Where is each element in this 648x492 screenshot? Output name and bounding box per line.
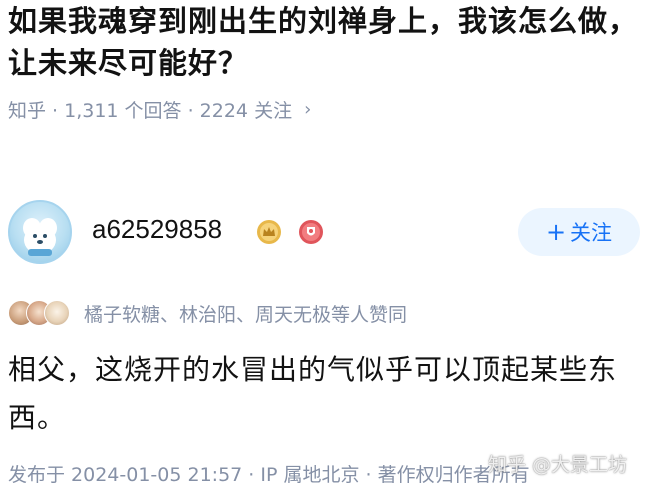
author-name[interactable]: a62529858: [92, 214, 222, 245]
liker-avatars: [8, 299, 74, 327]
author-row: a62529858 + 关注: [8, 200, 640, 266]
avatar-character-icon: [23, 218, 57, 256]
likers-row[interactable]: 橘子软糖、林治阳、周天无极等人赞同: [8, 298, 407, 328]
follow-button[interactable]: + 关注: [518, 208, 640, 256]
answer-body[interactable]: 相父，这烧开的水冒出的气似乎可以顶起某些东西。: [8, 346, 640, 442]
follow-label: 关注: [570, 221, 613, 245]
question-meta[interactable]: 知乎 · 1,311 个回答 · 2224 关注 ›: [8, 96, 311, 123]
section-divider: [0, 150, 648, 174]
chevron-right-icon: ›: [304, 99, 312, 120]
question-title[interactable]: 如果我魂穿到刚出生的刘禅身上，我该怎么做，让未来尽可能好？: [8, 0, 638, 84]
watermark: 知乎 @大景工坊: [488, 454, 628, 476]
avatar[interactable]: [8, 200, 72, 264]
question-meta-text: 知乎 · 1,311 个回答 · 2224 关注: [8, 100, 293, 122]
crown-badge-icon[interactable]: [256, 219, 282, 245]
plus-icon: +: [545, 218, 567, 246]
liker-avatar: [44, 300, 70, 326]
answer-page: 如果我魂穿到刚出生的刘禅身上，我该怎么做，让未来尽可能好？ 知乎 · 1,311…: [0, 0, 648, 492]
medal-badge-icon[interactable]: [298, 219, 324, 245]
answer-footer: 发布于 2024-01-05 21:57 · IP 属地北京 · 著作权归作者所…: [8, 464, 530, 486]
likers-text: 橘子软糖、林治阳、周天无极等人赞同: [84, 303, 408, 326]
